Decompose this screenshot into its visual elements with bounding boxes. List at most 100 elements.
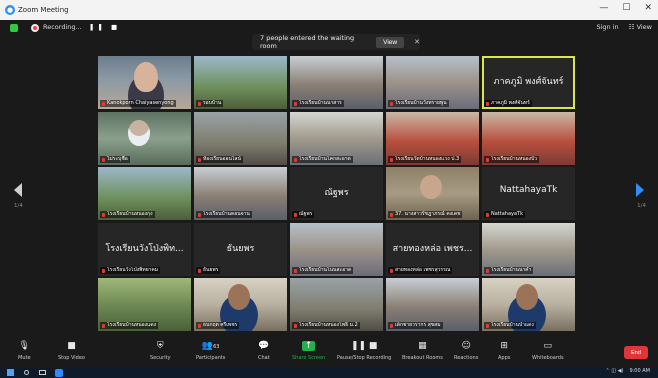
participant-tile[interactable]: โรงเรียนบ้านโนนสะอาด [290, 222, 383, 276]
participant-tile[interactable]: โรงเรียนบ้านวังทรายพูน [386, 56, 479, 109]
participants-icon: 👥63 [201, 341, 220, 351]
muted-mic-icon [486, 157, 489, 162]
participant-display-name: ธันยพร [226, 243, 255, 254]
participant-tile[interactable]: โรงเรียนบ้านโคกสะอาด [290, 111, 383, 165]
muted-mic-icon [198, 102, 201, 106]
security-button[interactable]: ⛨ Security [150, 340, 171, 361]
muted-mic-icon [294, 324, 297, 328]
muted-mic-icon [294, 157, 297, 162]
window-titlebar: ● Zoom Meeting — ☐ ✕ [0, 0, 658, 20]
participant-tile[interactable]: โรงเรียนบ้านป่าแดง [482, 278, 575, 331]
participant-display-name: ณัฐพร [324, 188, 349, 198]
muted-mic-icon [390, 324, 393, 328]
participant-tile[interactable]: โรงเรียนบ้านหนองโพธิ์ ม.2 [290, 278, 383, 331]
top-right-controls: Sign in ☷ View [597, 23, 653, 31]
sign-in-link[interactable]: Sign in [597, 23, 619, 31]
search-icon[interactable] [24, 370, 29, 375]
participant-name-label: โรงเรียนบ้านวังทรายพูน [388, 100, 449, 107]
minimize-button[interactable]: — [599, 3, 608, 13]
breakout-rooms-button[interactable]: ▦ Breakout Rooms [402, 340, 443, 361]
breakout-rooms-label: Breakout Rooms [402, 355, 443, 361]
clock: 9:00 AM [629, 368, 650, 374]
participant-display-name: ภาคภูมิ พงศ์จันทร์ [493, 77, 564, 87]
end-meeting-button[interactable]: End [624, 346, 648, 359]
previous-page-indicator: 1/4 [14, 203, 23, 209]
participant-tile[interactable]: โรงเรียนบ้านนาสาร [290, 56, 383, 109]
participant-tile[interactable]: สายทองหล่อ เพชร... สายทองหล่อ เพชรสุวรรณ [386, 222, 479, 276]
security-shield-icon[interactable] [10, 24, 18, 32]
windows-start-icon[interactable] [7, 369, 14, 376]
apps-label: Apps [498, 355, 511, 361]
close-window-button[interactable]: ✕ [644, 3, 652, 13]
participant-tile[interactable]: Kanokporn Chaiyasenyong [98, 56, 191, 109]
tray-icons[interactable]: ⌃ ◫ ◀) [606, 368, 624, 374]
previous-page-icon[interactable] [14, 183, 22, 197]
mute-label: Mute [18, 355, 31, 361]
muted-mic-icon [294, 268, 297, 273]
participant-name-label: ณัฐพร [292, 211, 315, 218]
pause-recording-button[interactable]: ❚❚ ■ Pause/Stop Recording [337, 340, 391, 361]
muted-mic-icon [390, 268, 393, 273]
security-label: Security [150, 355, 171, 361]
recording-icon [31, 24, 39, 32]
participant-name-label: รอบบ้าน [196, 100, 224, 107]
window-controls: — ☐ ✕ [599, 3, 652, 13]
participant-tile[interactable]: โรงเรียนบ้านหนองกุง [98, 167, 191, 220]
participants-label: Participants [196, 355, 226, 361]
participant-tile[interactable]: โรงเรียนวังโป่งพิท... โรงเรียนวังโป่งพิทย… [98, 222, 191, 276]
meeting-toolbar: 🎙 Mute ■ Stop Video ⛨ Security 👥63 Parti… [0, 337, 658, 367]
muted-mic-icon [486, 213, 489, 217]
waiting-room-view-button[interactable]: View [376, 36, 405, 48]
task-view-icon[interactable] [39, 370, 46, 375]
participant-tile[interactable]: ณัฐพร ณัฐพร [290, 167, 383, 220]
close-notification-icon[interactable]: ✕ [414, 38, 420, 46]
gallery-view-grid: Kanokporn Chaiyasenyong รอบบ้าน โรงเรียนบ้… [98, 56, 575, 331]
pause-recording-label: Pause/Stop Recording [337, 355, 392, 361]
participant-tile[interactable]: 37. นางสาวรัชฎาภรณ์ คงเดช [386, 167, 479, 220]
participants-button[interactable]: 👥63 Participants [196, 340, 225, 361]
muted-mic-icon [102, 213, 105, 217]
participant-name-label: ธันยพร [196, 266, 221, 274]
share-screen-label: Share Screen [292, 355, 326, 361]
participant-name-label: Kanokporn Chaiyasenyong [100, 100, 176, 107]
windows-taskbar: ⌃ ◫ ◀) 9:00 AM [0, 367, 658, 378]
participant-tile[interactable]: ไม่ระบุชื่อ [98, 111, 191, 165]
share-screen-button[interactable]: ↑ Share Screen [292, 340, 325, 361]
participant-name-label: โรงเรียนวัดบ้านหนองแวง ป.3 [388, 155, 462, 163]
recording-controls[interactable]: ❚❚ ■ [89, 23, 120, 31]
pause-stop-icon: ❚❚ ■ [350, 341, 378, 351]
reactions-label: Reactions [454, 355, 479, 361]
participant-display-name: สายทองหล่อ เพชร... [392, 243, 473, 254]
participant-tile[interactable]: โรงเรียนวัดบ้านหนองแวง ป.3 [386, 111, 479, 165]
whiteboards-button[interactable]: ▭ Whiteboards [532, 340, 564, 361]
participant-tile[interactable]: ภาคภูมิ พงศ์จันทร์ ภาคภูมิ พงศ์จันทร์ [482, 56, 575, 109]
participant-name-label: โรงเรียนบ้านหนองบัว [484, 155, 540, 163]
participant-tile[interactable]: โรงเรียนบ้านนาคำ [482, 222, 575, 276]
participant-tile[interactable]: รอบบ้าน [194, 56, 287, 109]
apps-button[interactable]: ⊞ Apps [498, 340, 510, 361]
participant-tile[interactable]: โรงเรียนบ้านดอนจาน [194, 167, 287, 220]
participant-name-label: โรงเรียนบ้านนาคำ [484, 266, 534, 274]
participant-tile[interactable]: โรงเรียนบ้านหนองแดง [98, 278, 191, 331]
chat-button[interactable]: 💬 Chat [258, 340, 270, 361]
participant-tile[interactable]: เด็กชายวรากร สุขสม [386, 278, 479, 331]
muted-mic-icon [102, 157, 105, 162]
participant-name-label: เด็กชายวรากร สุขสม [388, 322, 443, 329]
participant-tile[interactable]: ธันยพร ธันยพร [194, 222, 287, 276]
maximize-button[interactable]: ☐ [622, 3, 630, 13]
participant-tile[interactable]: โรงเรียนบ้านหนองบัว [482, 111, 575, 165]
view-menu-button[interactable]: ☷ View [629, 23, 652, 31]
zoom-taskbar-icon[interactable] [55, 368, 63, 377]
mute-button[interactable]: 🎙 Mute [18, 340, 31, 361]
participant-tile[interactable]: NattahayaTk NattahayaTk [482, 167, 575, 220]
participant-name-label: โรงเรียนบ้านโคกสะอาด [292, 155, 353, 163]
participant-tile[interactable]: ห้องเรียนออนไลน์ [194, 111, 287, 165]
reactions-button[interactable]: ☺ Reactions [454, 340, 478, 361]
muted-mic-icon [294, 102, 297, 106]
participant-tile[interactable]: ธนกฤต ศรีเพชร [194, 278, 287, 331]
next-page-icon[interactable] [636, 183, 644, 197]
stop-video-button[interactable]: ■ Stop Video [58, 340, 85, 361]
muted-mic-icon [294, 213, 297, 217]
participant-name-label: โรงเรียนบ้านหนองกุง [100, 211, 155, 218]
shield-icon: ⛨ [156, 341, 164, 351]
